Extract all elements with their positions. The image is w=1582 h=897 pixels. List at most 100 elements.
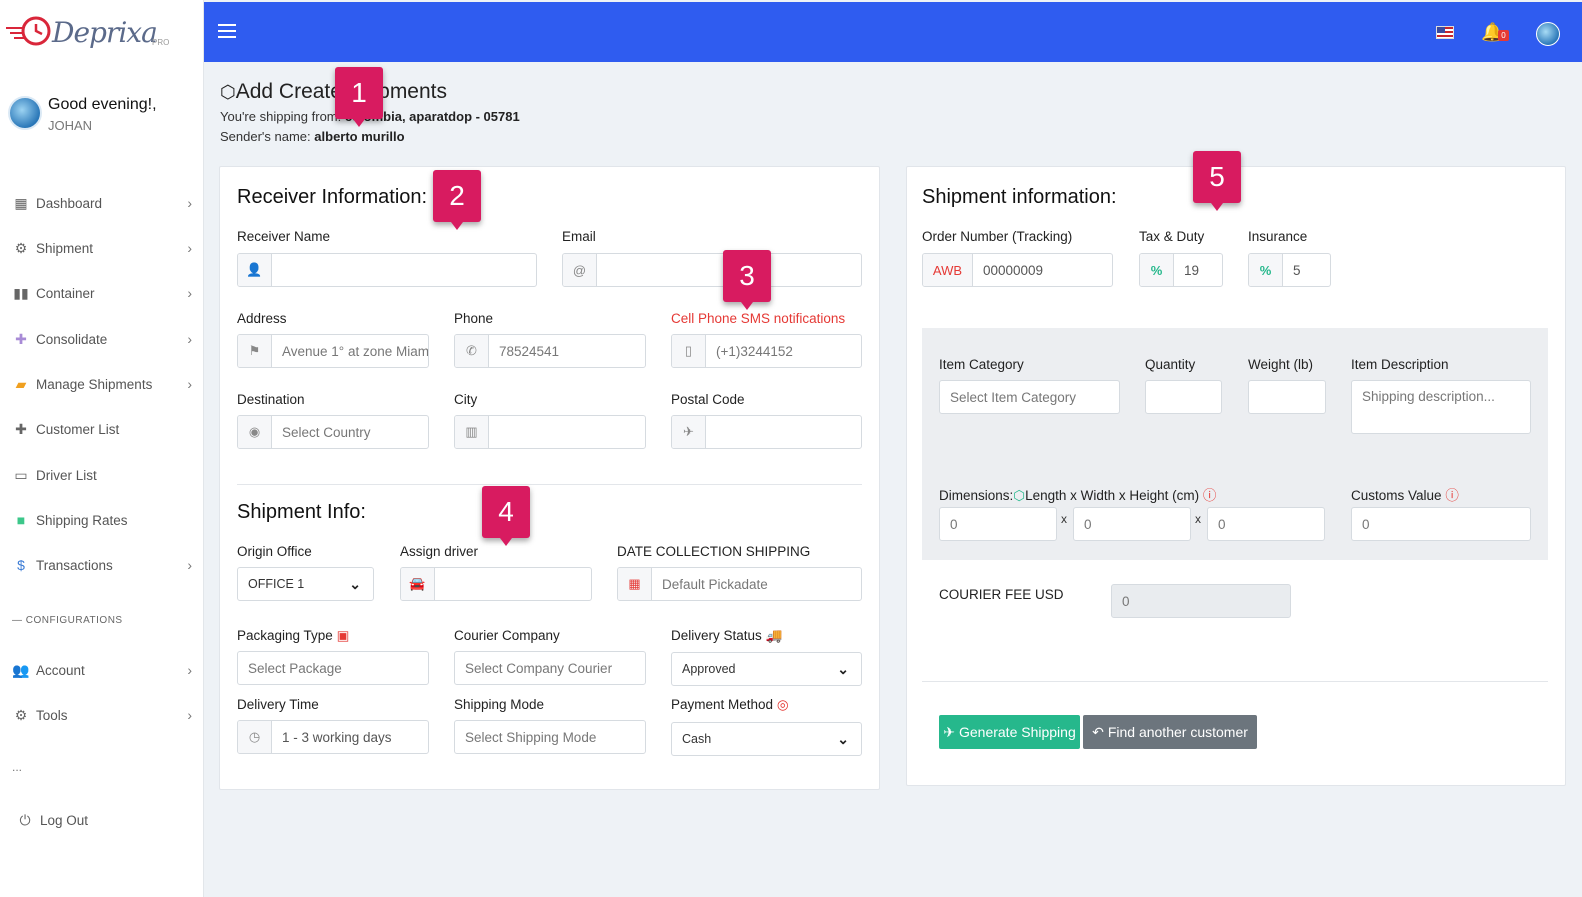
more-dots: ... [12,760,23,774]
manage-shipments-icon: ▰ [15,375,27,392]
sidebar-item-label: Customer List [36,421,120,437]
city-input[interactable]: ▥ [454,415,646,449]
chevron-down-icon: ⌄ [349,576,361,592]
sidebar-item-consolidate[interactable]: ✚ Consolidate › [0,319,204,359]
customs-value-input[interactable]: 0 [1351,507,1531,541]
us-flag-icon[interactable] [1436,26,1454,39]
date-collection-input[interactable]: ▦ Default Pickadate [617,567,862,601]
sidebar-item-driver-list[interactable]: ▭ Driver List [0,455,204,495]
assign-driver-label: Assign driver [400,544,479,559]
assign-driver-input[interactable]: 🚘 [400,567,592,601]
courier-company-select[interactable]: Select Company Courier [454,651,646,685]
calendar-icon: ▦ [618,568,652,600]
reply-user-icon: ↶ [1092,723,1104,740]
dimensions-label: Dimensions:⬡Length x Width x Height (cm)… [939,488,1217,503]
insurance-input[interactable]: % 5 [1248,253,1331,287]
payment-method-select[interactable]: Cash ⌄ [671,722,862,756]
sms-phone-input[interactable]: ▯ (+1)3244152 [671,334,862,368]
date-collection-label: DATE COLLECTION SHIPPING [617,544,811,559]
delivery-status-label: Delivery Status 🚚 [671,628,783,643]
courier-company-label: Courier Company [454,628,560,643]
page-title: ⬡Add Create Shipments [220,80,448,103]
packaging-type-label: Packaging Type ▣ [237,628,350,643]
sidebar-item-transactions[interactable]: $ Transactions › [0,545,204,585]
sidebar-item-container[interactable]: ▮▮ Container › [0,273,204,313]
origin-office-label: Origin Office [237,544,312,559]
width-input[interactable]: 0 [1073,507,1191,541]
shipping-mode-select[interactable]: Select Shipping Mode [454,720,646,754]
sidebar-item-manage-shipments[interactable]: ▰ Manage Shipments › [0,364,204,404]
sidebar-item-customer-list[interactable]: ✚ Customer List [0,409,204,449]
clock-icon: ◷ [238,721,272,753]
notification-count-badge: 0 [1498,30,1509,41]
length-input[interactable]: 0 [939,507,1057,541]
callout-badge: 1 [335,67,383,127]
sidebar-item-dashboard[interactable]: ▦ Dashboard › [0,183,204,223]
height-input[interactable]: 0 [1207,507,1325,541]
help-icon[interactable]: ⓘ [1445,488,1459,503]
item-description-textarea[interactable]: Shipping description... [1351,380,1531,434]
generate-shipping-button[interactable]: ✈ Generate Shipping [939,715,1080,749]
sidebar-item-account[interactable]: 👥 Account › [0,650,204,690]
avatar[interactable] [8,96,42,130]
receiver-name-input[interactable]: 👤 [237,253,537,287]
email-label: Email [562,229,596,244]
logout-label: Log Out [40,812,89,828]
chevron-right-icon: › [187,557,192,573]
container-icon: ▮▮ [13,284,29,301]
address-input[interactable]: ⚑ Avenue 1° at zone Miami [237,334,429,368]
quantity-input[interactable] [1145,380,1222,414]
transactions-icon: $ [17,557,25,573]
configurations-section-label: — CONFIGURATIONS [12,615,123,626]
phone-label: Phone [454,311,494,326]
order-number-input[interactable]: AWB 00000009 [922,253,1113,287]
sender-line: Sender's name: alberto murillo [220,129,405,144]
logo[interactable]: Deprixa PRO [6,10,196,54]
chevron-right-icon: › [187,707,192,723]
user-avatar-icon[interactable] [1536,22,1560,46]
pin-icon: ✈ [672,416,706,448]
phone-input[interactable]: ✆ 78524541 [454,334,646,368]
postal-code-input[interactable]: ✈ [671,415,862,449]
city-label: City [454,392,478,407]
cube-icon: ⬡ [1013,488,1026,503]
chevron-right-icon: › [187,376,192,392]
chevron-right-icon: › [187,662,192,678]
logo-text: Deprixa [52,16,158,49]
weight-input[interactable] [1248,380,1326,414]
item-category-select[interactable]: Select Item Category [939,380,1120,414]
power-icon: ⏻ [19,811,31,828]
tax-duty-input[interactable]: % 19 [1139,253,1223,287]
chevron-right-icon: › [187,195,192,211]
dimension-separator: x [1195,512,1201,526]
sidebar-item-shipment[interactable]: ⚙ Shipment › [0,228,204,268]
signpost-icon: ⚑ [238,335,272,367]
sidebar-item-shipping-rates[interactable]: ■ Shipping Rates [0,500,204,540]
item-description-label: Item Description [1351,357,1449,372]
sender-name-value: alberto murillo [314,129,405,144]
at-icon: @ [563,254,597,286]
delivery-status-select[interactable]: Approved ⌄ [671,652,862,686]
receiver-heading: Receiver Information: [237,186,428,208]
box-icon: ⬡ [220,82,236,102]
delivery-time-input[interactable]: ◷ 1 - 3 working days [237,720,429,754]
logout-button[interactable]: ⏻ Log Out [0,800,204,840]
phone-icon: ✆ [455,335,489,367]
courier-fee-input[interactable]: 0 [1111,584,1291,618]
percent-icon: % [1249,254,1283,286]
greeting-text: Good evening!, [48,96,157,113]
gear-icon: ⚙ [14,706,28,723]
find-another-customer-button[interactable]: ↶ Find another customer [1083,715,1257,749]
help-icon[interactable]: ⓘ [1203,488,1217,503]
packaging-type-select[interactable]: Select Package [237,651,429,685]
user-name: JOHAN [48,118,93,133]
sidebar-item-label: Tools [36,707,68,723]
item-category-label: Item Category [939,357,1024,372]
destination-select[interactable]: ◉ Select Country [237,415,429,449]
email-input[interactable]: @ [562,253,862,287]
account-icon: 👥 [12,661,30,678]
origin-office-select[interactable]: OFFICE 1 ⌄ [237,567,374,601]
chevron-down-icon: ⌄ [837,661,849,677]
hamburger-menu-icon[interactable] [218,24,236,38]
sidebar-item-tools[interactable]: ⚙ Tools › [0,695,204,735]
